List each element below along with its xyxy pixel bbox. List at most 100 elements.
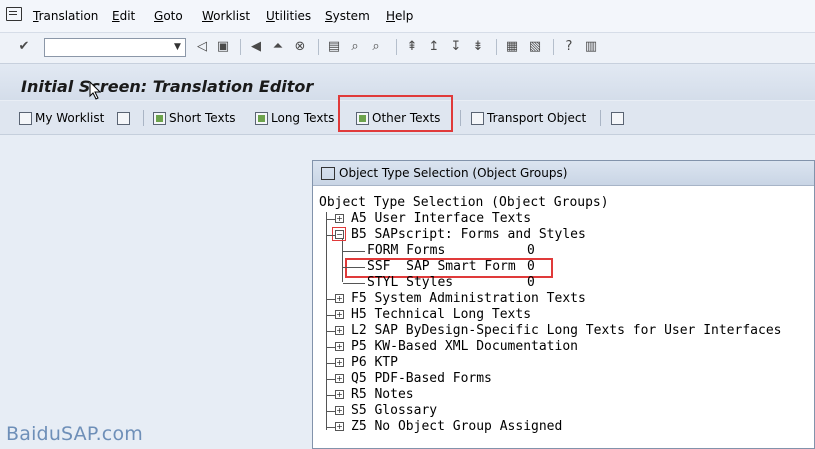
tree-connector bbox=[327, 299, 335, 300]
tree-node-code: P5 bbox=[351, 339, 367, 354]
tree-node-f5[interactable]: F5 System Administration Texts bbox=[351, 291, 586, 306]
menu-worklist[interactable]: Worklist bbox=[202, 9, 250, 23]
dialog-title-bar[interactable]: Object Type Selection (Object Groups) bbox=[313, 161, 814, 186]
folder-icon bbox=[19, 111, 32, 125]
next-page-icon[interactable]: ↧ bbox=[448, 38, 464, 54]
settings-button[interactable] bbox=[611, 109, 627, 127]
tree-node-code: R5 bbox=[351, 387, 367, 402]
tree-subnode[interactable]: STYL Styles bbox=[367, 275, 453, 290]
tree-node-p6[interactable]: P6 KTP bbox=[351, 355, 398, 370]
tree-node-text: Notes bbox=[374, 387, 414, 402]
tree-node-h5[interactable]: H5 Technical Long Texts bbox=[351, 307, 531, 322]
tree-node-r5[interactable]: R5 Notes bbox=[351, 387, 414, 402]
my-worklist-button[interactable]: My Worklist bbox=[19, 109, 104, 127]
layout-icon[interactable]: ▥ bbox=[583, 38, 599, 54]
tree-connector bbox=[342, 239, 343, 282]
expand-icon[interactable]: + bbox=[335, 326, 344, 335]
toolbar-divider bbox=[143, 110, 144, 126]
tree-node-a5[interactable]: A5 User Interface Texts bbox=[351, 211, 531, 226]
tree-node-q5[interactable]: Q5 PDF-Based Forms bbox=[351, 371, 492, 386]
document-icon bbox=[153, 111, 166, 125]
save-icon[interactable]: ▣ bbox=[215, 38, 231, 54]
tree-node-code: B5 bbox=[351, 227, 367, 242]
find-next-icon[interactable]: ⌕ bbox=[368, 38, 384, 54]
dialog-title: Object Type Selection (Object Groups) bbox=[339, 166, 568, 180]
tree-subnode-count: 0 bbox=[527, 243, 535, 258]
chevron-down-icon[interactable]: ▼ bbox=[171, 40, 184, 55]
page-title: Initial Screen: Translation Editor bbox=[21, 77, 314, 96]
tree-connector bbox=[327, 219, 335, 220]
tree-connector bbox=[327, 315, 335, 316]
envelope-button[interactable] bbox=[117, 109, 133, 127]
tree-node-p5[interactable]: P5 KW-Based XML Documentation bbox=[351, 339, 578, 354]
first-page-icon[interactable]: ⇞ bbox=[404, 38, 420, 54]
expand-icon[interactable]: + bbox=[335, 406, 344, 415]
print-icon[interactable]: ▤ bbox=[326, 38, 342, 54]
menu-system[interactable]: System bbox=[325, 9, 370, 23]
tree-subnode-count: 0 bbox=[527, 275, 535, 290]
mouse-cursor-icon bbox=[89, 81, 102, 100]
back-icon[interactable]: ◁ bbox=[194, 38, 210, 54]
my-worklist-label: My Worklist bbox=[35, 111, 105, 125]
tree-connector bbox=[327, 395, 335, 396]
tree-node-code: A5 bbox=[351, 211, 367, 226]
tree-connector bbox=[326, 212, 327, 430]
tree-connector bbox=[327, 363, 335, 364]
back-nav-icon[interactable]: ◀ bbox=[248, 38, 264, 54]
toolbar-divider bbox=[240, 39, 241, 55]
tree-subnode-count: 0 bbox=[527, 259, 535, 274]
tree-node-code: Q5 bbox=[351, 371, 367, 386]
tree-node-code: H5 bbox=[351, 307, 367, 322]
last-page-icon[interactable]: ⇟ bbox=[470, 38, 486, 54]
menu-edit[interactable]: Edit bbox=[112, 9, 135, 23]
tree-node-code: Z5 bbox=[351, 419, 367, 434]
short-texts-label: Short Texts bbox=[169, 111, 236, 125]
expand-icon[interactable]: + bbox=[335, 310, 344, 319]
find-icon[interactable]: ⌕ bbox=[347, 38, 363, 54]
collapse-icon[interactable]: − bbox=[335, 230, 344, 239]
short-texts-button[interactable]: Short Texts bbox=[153, 109, 236, 127]
prev-page-icon[interactable]: ↥ bbox=[426, 38, 442, 54]
transport-object-button[interactable]: Transport Object bbox=[471, 109, 586, 127]
tree-node-b5[interactable]: B5 SAPscript: Forms and Styles bbox=[351, 227, 586, 242]
new-session-icon[interactable]: ▦ bbox=[504, 38, 520, 54]
toolbar-divider bbox=[396, 39, 397, 55]
tree-connector bbox=[327, 331, 335, 332]
tree-connector bbox=[327, 347, 335, 348]
menu-help[interactable]: Help bbox=[386, 9, 413, 23]
tree-node-l2[interactable]: L2 SAP ByDesign-Specific Long Texts for … bbox=[351, 323, 781, 338]
document-icon bbox=[255, 111, 268, 125]
expand-icon[interactable]: + bbox=[335, 294, 344, 303]
system-menu-icon[interactable] bbox=[6, 7, 22, 21]
tree-subnode[interactable]: SSF SAP Smart Form bbox=[367, 259, 516, 274]
exit-icon[interactable]: ⏶ bbox=[270, 38, 286, 54]
menu-goto[interactable]: Goto bbox=[154, 9, 183, 23]
tree-connector bbox=[343, 283, 365, 284]
enter-icon[interactable]: ✔ bbox=[16, 38, 32, 54]
menu-utilities[interactable]: Utilities bbox=[266, 9, 311, 23]
expand-icon[interactable]: + bbox=[335, 422, 344, 431]
tree-subnode-text: FORM Forms bbox=[367, 243, 446, 258]
truck-icon bbox=[471, 111, 484, 125]
tree-node-text: System Administration Texts bbox=[374, 291, 586, 306]
tree-subnode[interactable]: FORM Forms bbox=[367, 243, 445, 258]
tree-node-text: KTP bbox=[374, 355, 398, 370]
command-field[interactable]: ▼ bbox=[44, 38, 186, 57]
tree-node-text: KW-Based XML Documentation bbox=[374, 339, 578, 354]
expand-icon[interactable]: + bbox=[335, 214, 344, 223]
tree-root: Object Type Selection (Object Groups) bbox=[319, 195, 609, 210]
cancel-icon[interactable]: ⊗ bbox=[292, 38, 308, 54]
expand-icon[interactable]: + bbox=[335, 374, 344, 383]
expand-icon[interactable]: + bbox=[335, 342, 344, 351]
long-texts-button[interactable]: Long Texts bbox=[255, 109, 334, 127]
tree-node-text: PDF-Based Forms bbox=[374, 371, 492, 386]
expand-icon[interactable]: + bbox=[335, 358, 344, 367]
shortcut-icon[interactable]: ▧ bbox=[527, 38, 543, 54]
menu-translation[interactable]: Translation bbox=[33, 9, 98, 23]
tree-node-code: S5 bbox=[351, 403, 367, 418]
toolbar-divider bbox=[318, 39, 319, 55]
help-icon[interactable]: ? bbox=[561, 38, 577, 54]
expand-icon[interactable]: + bbox=[335, 390, 344, 399]
tree-node-z5[interactable]: Z5 No Object Group Assigned bbox=[351, 419, 562, 434]
tree-node-s5[interactable]: S5 Glossary bbox=[351, 403, 437, 418]
